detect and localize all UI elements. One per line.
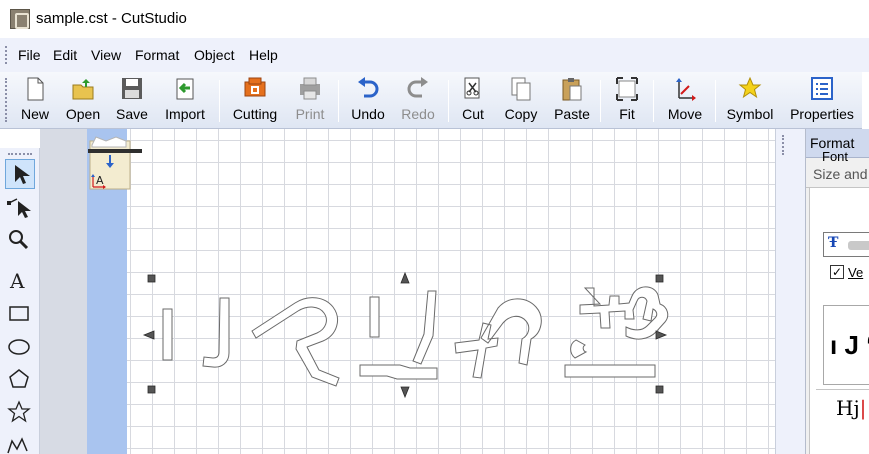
selection-handle — [147, 385, 156, 394]
spacing-preview-text: Hj — [836, 396, 860, 420]
resize-arrow-up — [400, 271, 410, 284]
glyph-outline — [251, 297, 340, 387]
glyph-outline — [412, 290, 437, 365]
font-name-redacted — [848, 241, 869, 250]
glyph-outline — [162, 308, 173, 361]
vertical-checkbox-label[interactable]: Ve — [848, 265, 863, 280]
font-preview-box: ı J ʻ — [823, 305, 869, 385]
selection-handle — [147, 274, 156, 283]
glyph-outline — [564, 286, 669, 378]
selected-text-object[interactable] — [0, 0, 869, 454]
dock-strip — [775, 129, 805, 454]
tab-label: Size and S — [813, 166, 869, 182]
resize-arrow-left — [142, 330, 155, 340]
truetype-font-icon: Ŧ — [828, 235, 839, 251]
vertical-checkbox[interactable]: ✓ — [830, 265, 844, 279]
glyph-outline — [454, 298, 542, 379]
resize-arrow-right — [655, 330, 668, 340]
spacing-preview: Hj| — [836, 396, 866, 420]
selection-handle — [655, 274, 664, 283]
panel-divider — [816, 389, 869, 390]
font-select[interactable]: Ŧ — [823, 232, 869, 257]
glyph-outline — [202, 297, 230, 368]
font-label: Font — [822, 149, 849, 164]
resize-arrow-down — [400, 386, 410, 399]
dock-grip[interactable] — [782, 135, 785, 155]
font-preview-text: ı J ʻ — [830, 330, 869, 360]
format-panel: Format Size and S Font Ŧ ✓ Ve ı J ʻ Hj| — [805, 129, 869, 454]
spacing-marker: | — [859, 396, 867, 420]
selection-handle — [655, 385, 664, 394]
